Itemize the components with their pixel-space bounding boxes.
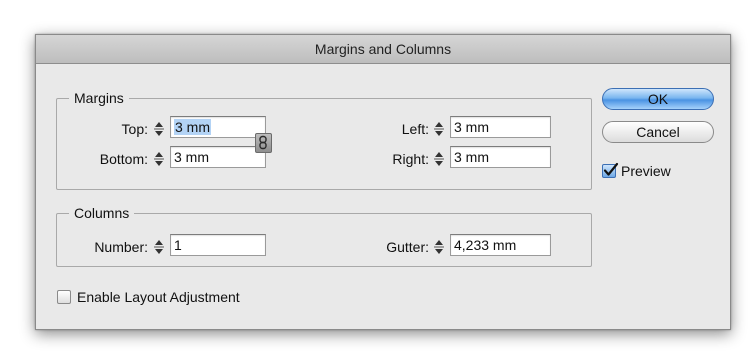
left-margin-input[interactable]: 3 mm [450, 116, 551, 138]
cancel-button[interactable]: Cancel [602, 121, 714, 143]
number-input[interactable]: 1 [170, 234, 266, 256]
right-label: Right: [392, 151, 429, 167]
top-stepper[interactable] [153, 118, 165, 140]
top-margin-input[interactable]: 3 mm [170, 116, 266, 138]
gutter-input[interactable]: 4,233 mm [450, 234, 551, 256]
bottom-label: Bottom: [99, 151, 148, 167]
checkmark-icon [603, 162, 619, 176]
ok-button[interactable]: OK [602, 88, 714, 110]
right-stepper[interactable] [433, 148, 445, 170]
bottom-margin-input[interactable]: 3 mm [170, 146, 266, 168]
preview-label: Preview [621, 163, 671, 179]
margins-columns-dialog: Margins and Columns Margins Top: 3 mm Bo… [35, 34, 731, 330]
columns-group-title: Columns [69, 205, 135, 221]
margins-group: Margins [56, 90, 592, 190]
top-label: Top: [121, 121, 148, 137]
gutter-label: Gutter: [386, 239, 429, 255]
right-margin-input[interactable]: 3 mm [450, 146, 551, 168]
margins-group-title: Margins [69, 90, 129, 106]
bottom-stepper[interactable] [153, 148, 165, 170]
enable-layout-adjustment-label: Enable Layout Adjustment [77, 289, 240, 305]
number-label: Number: [94, 239, 148, 255]
dialog-title: Margins and Columns [36, 35, 730, 64]
top-margin-value: 3 mm [174, 119, 211, 135]
enable-layout-adjustment-checkbox[interactable] [57, 290, 71, 304]
chain-link-icon[interactable] [255, 133, 272, 153]
gutter-stepper[interactable] [433, 236, 445, 258]
preview-checkbox[interactable] [602, 162, 619, 178]
left-label: Left: [401, 121, 429, 137]
number-stepper[interactable] [153, 236, 165, 258]
left-stepper[interactable] [433, 118, 445, 140]
